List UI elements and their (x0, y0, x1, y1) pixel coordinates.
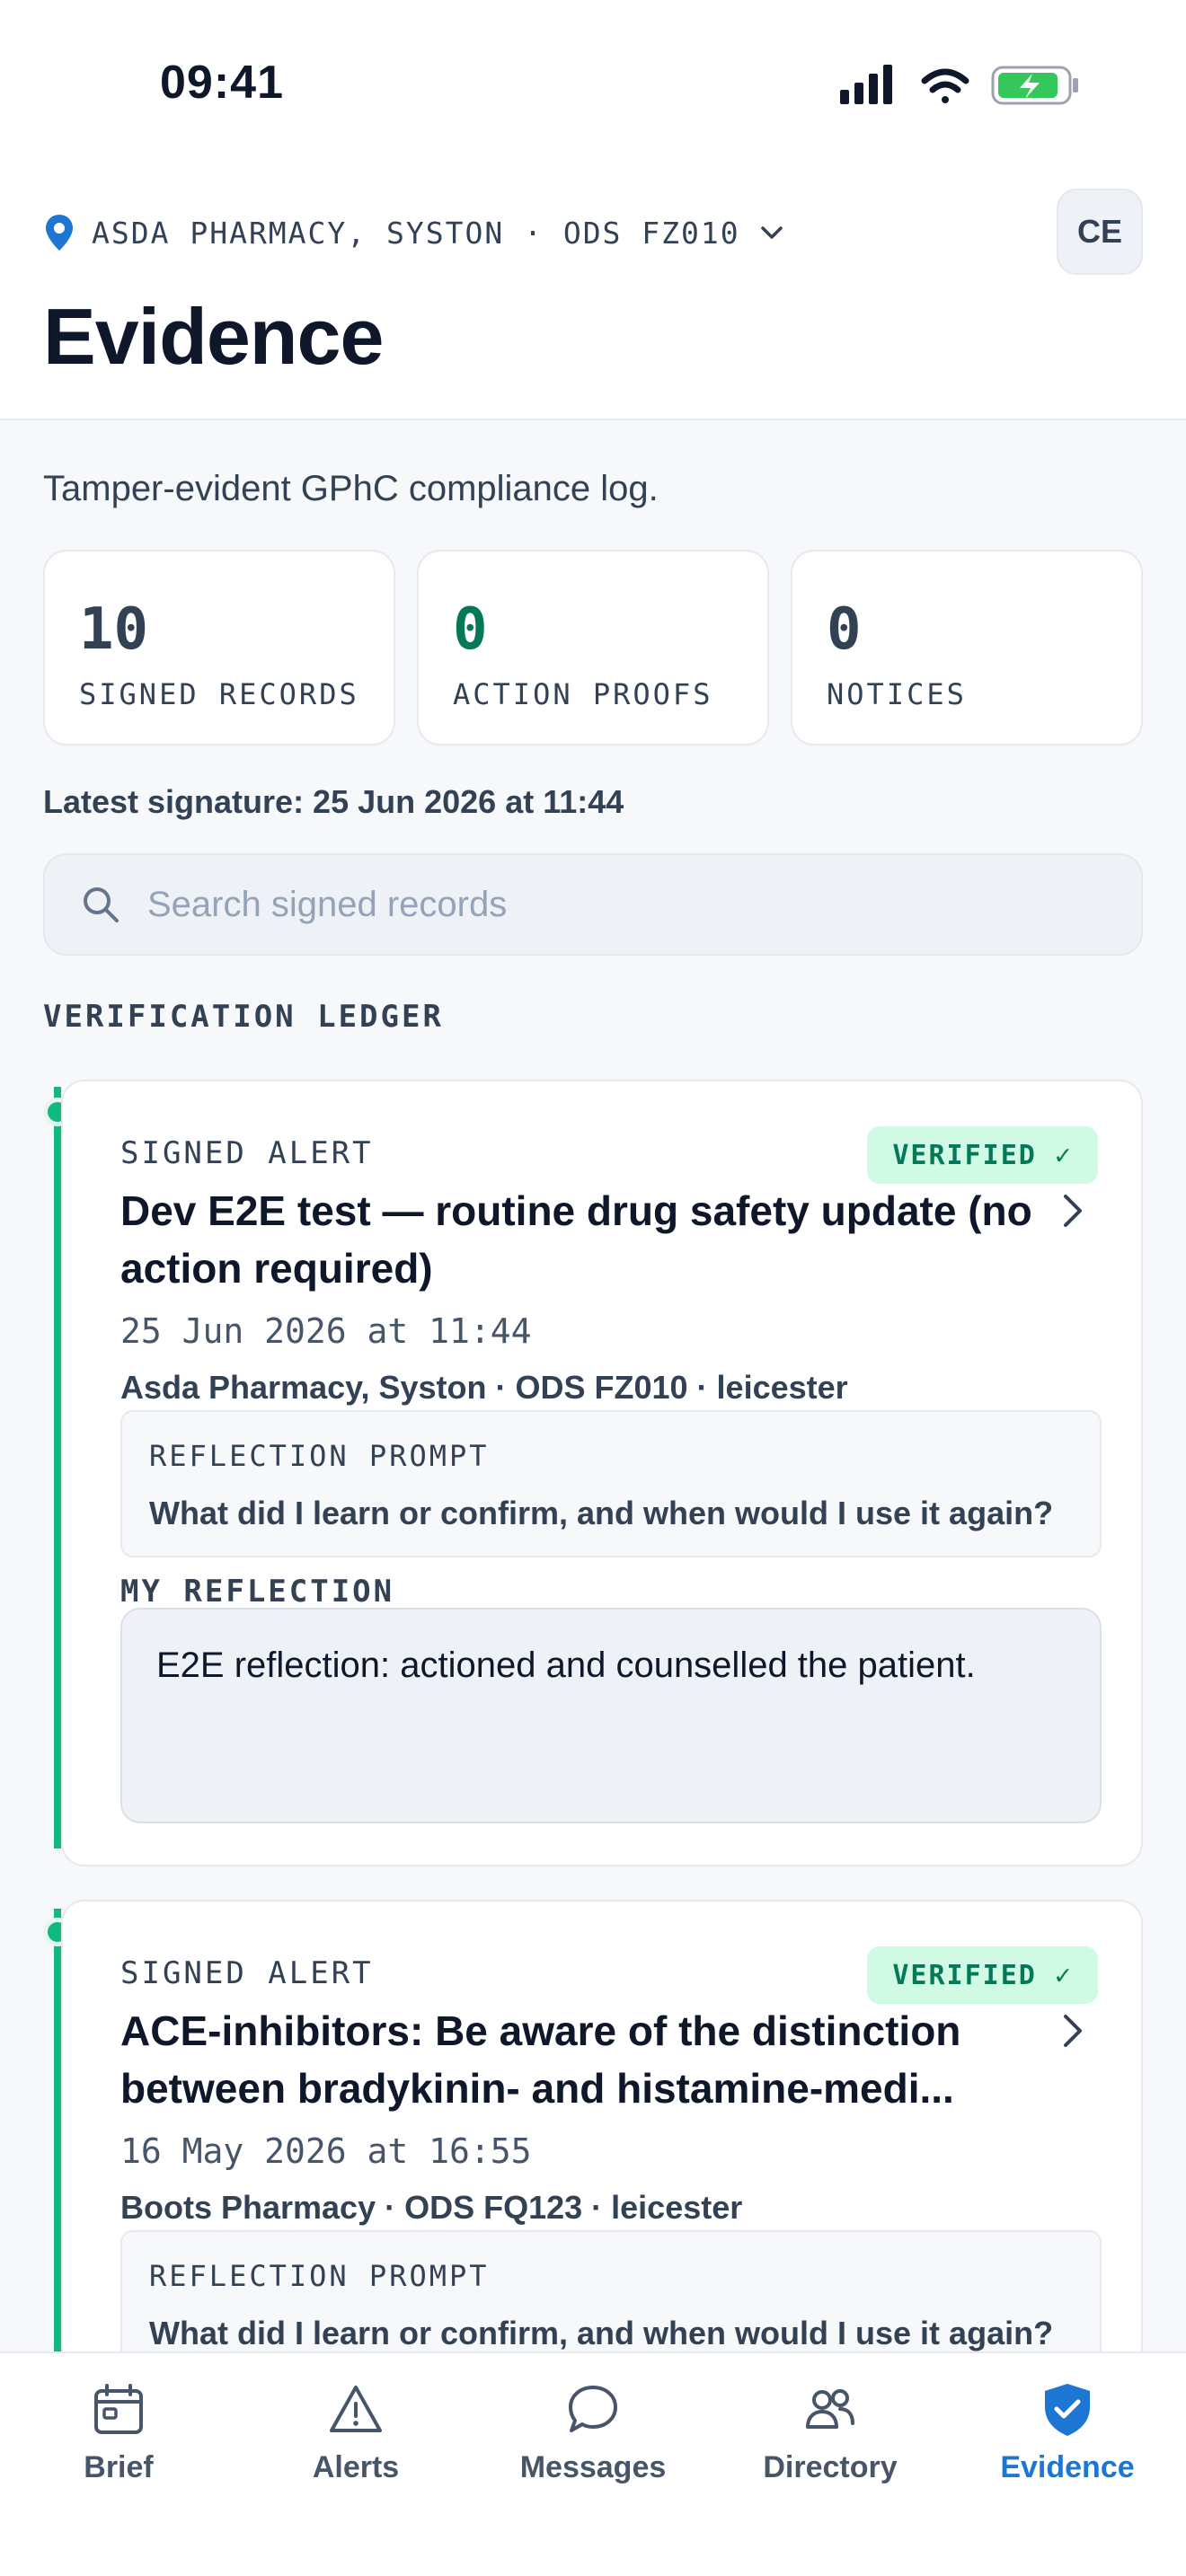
avatar[interactable]: CE (1057, 189, 1143, 275)
calendar-icon (94, 2384, 143, 2434)
shield-check-icon (1045, 2384, 1090, 2436)
prompt-text: What did I learn or confirm, and when wo… (149, 1495, 1054, 1531)
page-title: Evidence (43, 292, 384, 381)
stat-value: 0 (827, 596, 862, 663)
record-kind: SIGNED ALERT (120, 1135, 374, 1171)
ledger-record[interactable]: SIGNED ALERT VERIFIED ✓ Dev E2E test — r… (61, 1080, 1143, 1866)
record-title[interactable]: Dev E2E test — routine drug safety updat… (120, 1182, 1037, 1297)
chevron-right-icon[interactable] (1055, 1187, 1091, 1234)
record-kind: SIGNED ALERT (120, 1955, 374, 1991)
prompt-label: REFLECTION PROMPT (149, 2259, 490, 2293)
tab-directory[interactable]: Directory (712, 2380, 949, 2497)
warning-icon (330, 2386, 382, 2432)
tab-label: Brief (84, 2450, 154, 2484)
header: 09:41 ASDA PHARMACY, SYSTON · ODS FZ010 … (0, 0, 1186, 420)
page-subtitle: Tamper-evident GPhC compliance log. (43, 469, 659, 508)
stat-label: SIGNED RECORDS (79, 677, 359, 711)
stat-signed-records: 10 SIGNED RECORDS (43, 550, 395, 745)
tab-evidence[interactable]: Evidence (949, 2380, 1186, 2497)
reflection-field[interactable]: E2E reflection: actioned and counselled … (120, 1608, 1102, 1823)
stat-value: 0 (453, 596, 488, 663)
timeline-line (54, 1087, 61, 1848)
signal-icon (840, 65, 892, 104)
location-label: ASDA PHARMACY, SYSTON · ODS FZ010 (92, 215, 740, 251)
reflection-prompt: REFLECTION PROMPT What did I learn or co… (120, 1410, 1102, 1557)
record-location: Boots Pharmacy · ODS FQ123 · leicester (120, 2189, 743, 2226)
tab-label: Messages (519, 2450, 667, 2484)
stat-notices: 0 NOTICES (791, 550, 1143, 745)
record-title[interactable]: ACE-inhibitors: Be aware of the distinct… (120, 2002, 1037, 2117)
stat-label: ACTION PROOFS (453, 677, 713, 711)
record-location: Asda Pharmacy, Syston · ODS FZ010 · leic… (120, 1369, 848, 1406)
stat-action-proofs: 0 ACTION PROOFS (417, 550, 769, 745)
status-icons (840, 63, 1083, 108)
prompt-label: REFLECTION PROMPT (149, 1439, 490, 1473)
stat-value: 10 (79, 596, 149, 663)
status-time: 09:41 (160, 57, 284, 109)
verified-badge: VERIFIED ✓ (867, 1126, 1098, 1184)
chat-bubble-icon (569, 2386, 617, 2432)
tab-bar: Brief Alerts Messages Directory Evidence (0, 2351, 1186, 2576)
section-label-ledger: VERIFICATION LEDGER (43, 999, 444, 1035)
timeline-line (54, 1909, 61, 2351)
search-bar[interactable] (43, 853, 1143, 956)
search-icon (84, 887, 119, 922)
tab-label: Directory (763, 2450, 898, 2484)
location-pin-icon (46, 215, 73, 251)
tab-alerts[interactable]: Alerts (237, 2380, 474, 2497)
reflection-label: MY REFLECTION (120, 1574, 395, 1610)
tab-brief[interactable]: Brief (0, 2380, 237, 2497)
tab-label: Evidence (1000, 2450, 1135, 2484)
latest-signature: Latest signature: 25 Jun 2026 at 11:44 (43, 783, 624, 820)
record-date: 16 May 2026 at 16:55 (120, 2131, 532, 2171)
people-icon (806, 2389, 854, 2429)
verified-badge: VERIFIED ✓ (867, 1946, 1098, 2004)
battery-icon (991, 66, 1078, 105)
search-input[interactable] (147, 884, 1046, 925)
prompt-text: What did I learn or confirm, and when wo… (149, 2315, 1054, 2351)
tab-label: Alerts (312, 2450, 400, 2484)
location-switcher[interactable]: ASDA PHARMACY, SYSTON · ODS FZ010 (43, 208, 787, 257)
chevron-right-icon[interactable] (1055, 2007, 1091, 2054)
wifi-icon (921, 68, 969, 103)
stat-label: NOTICES (827, 677, 967, 711)
tab-messages[interactable]: Messages (474, 2380, 712, 2497)
chevron-down-icon (760, 226, 783, 239)
record-date: 25 Jun 2026 at 11:44 (120, 1311, 532, 1351)
